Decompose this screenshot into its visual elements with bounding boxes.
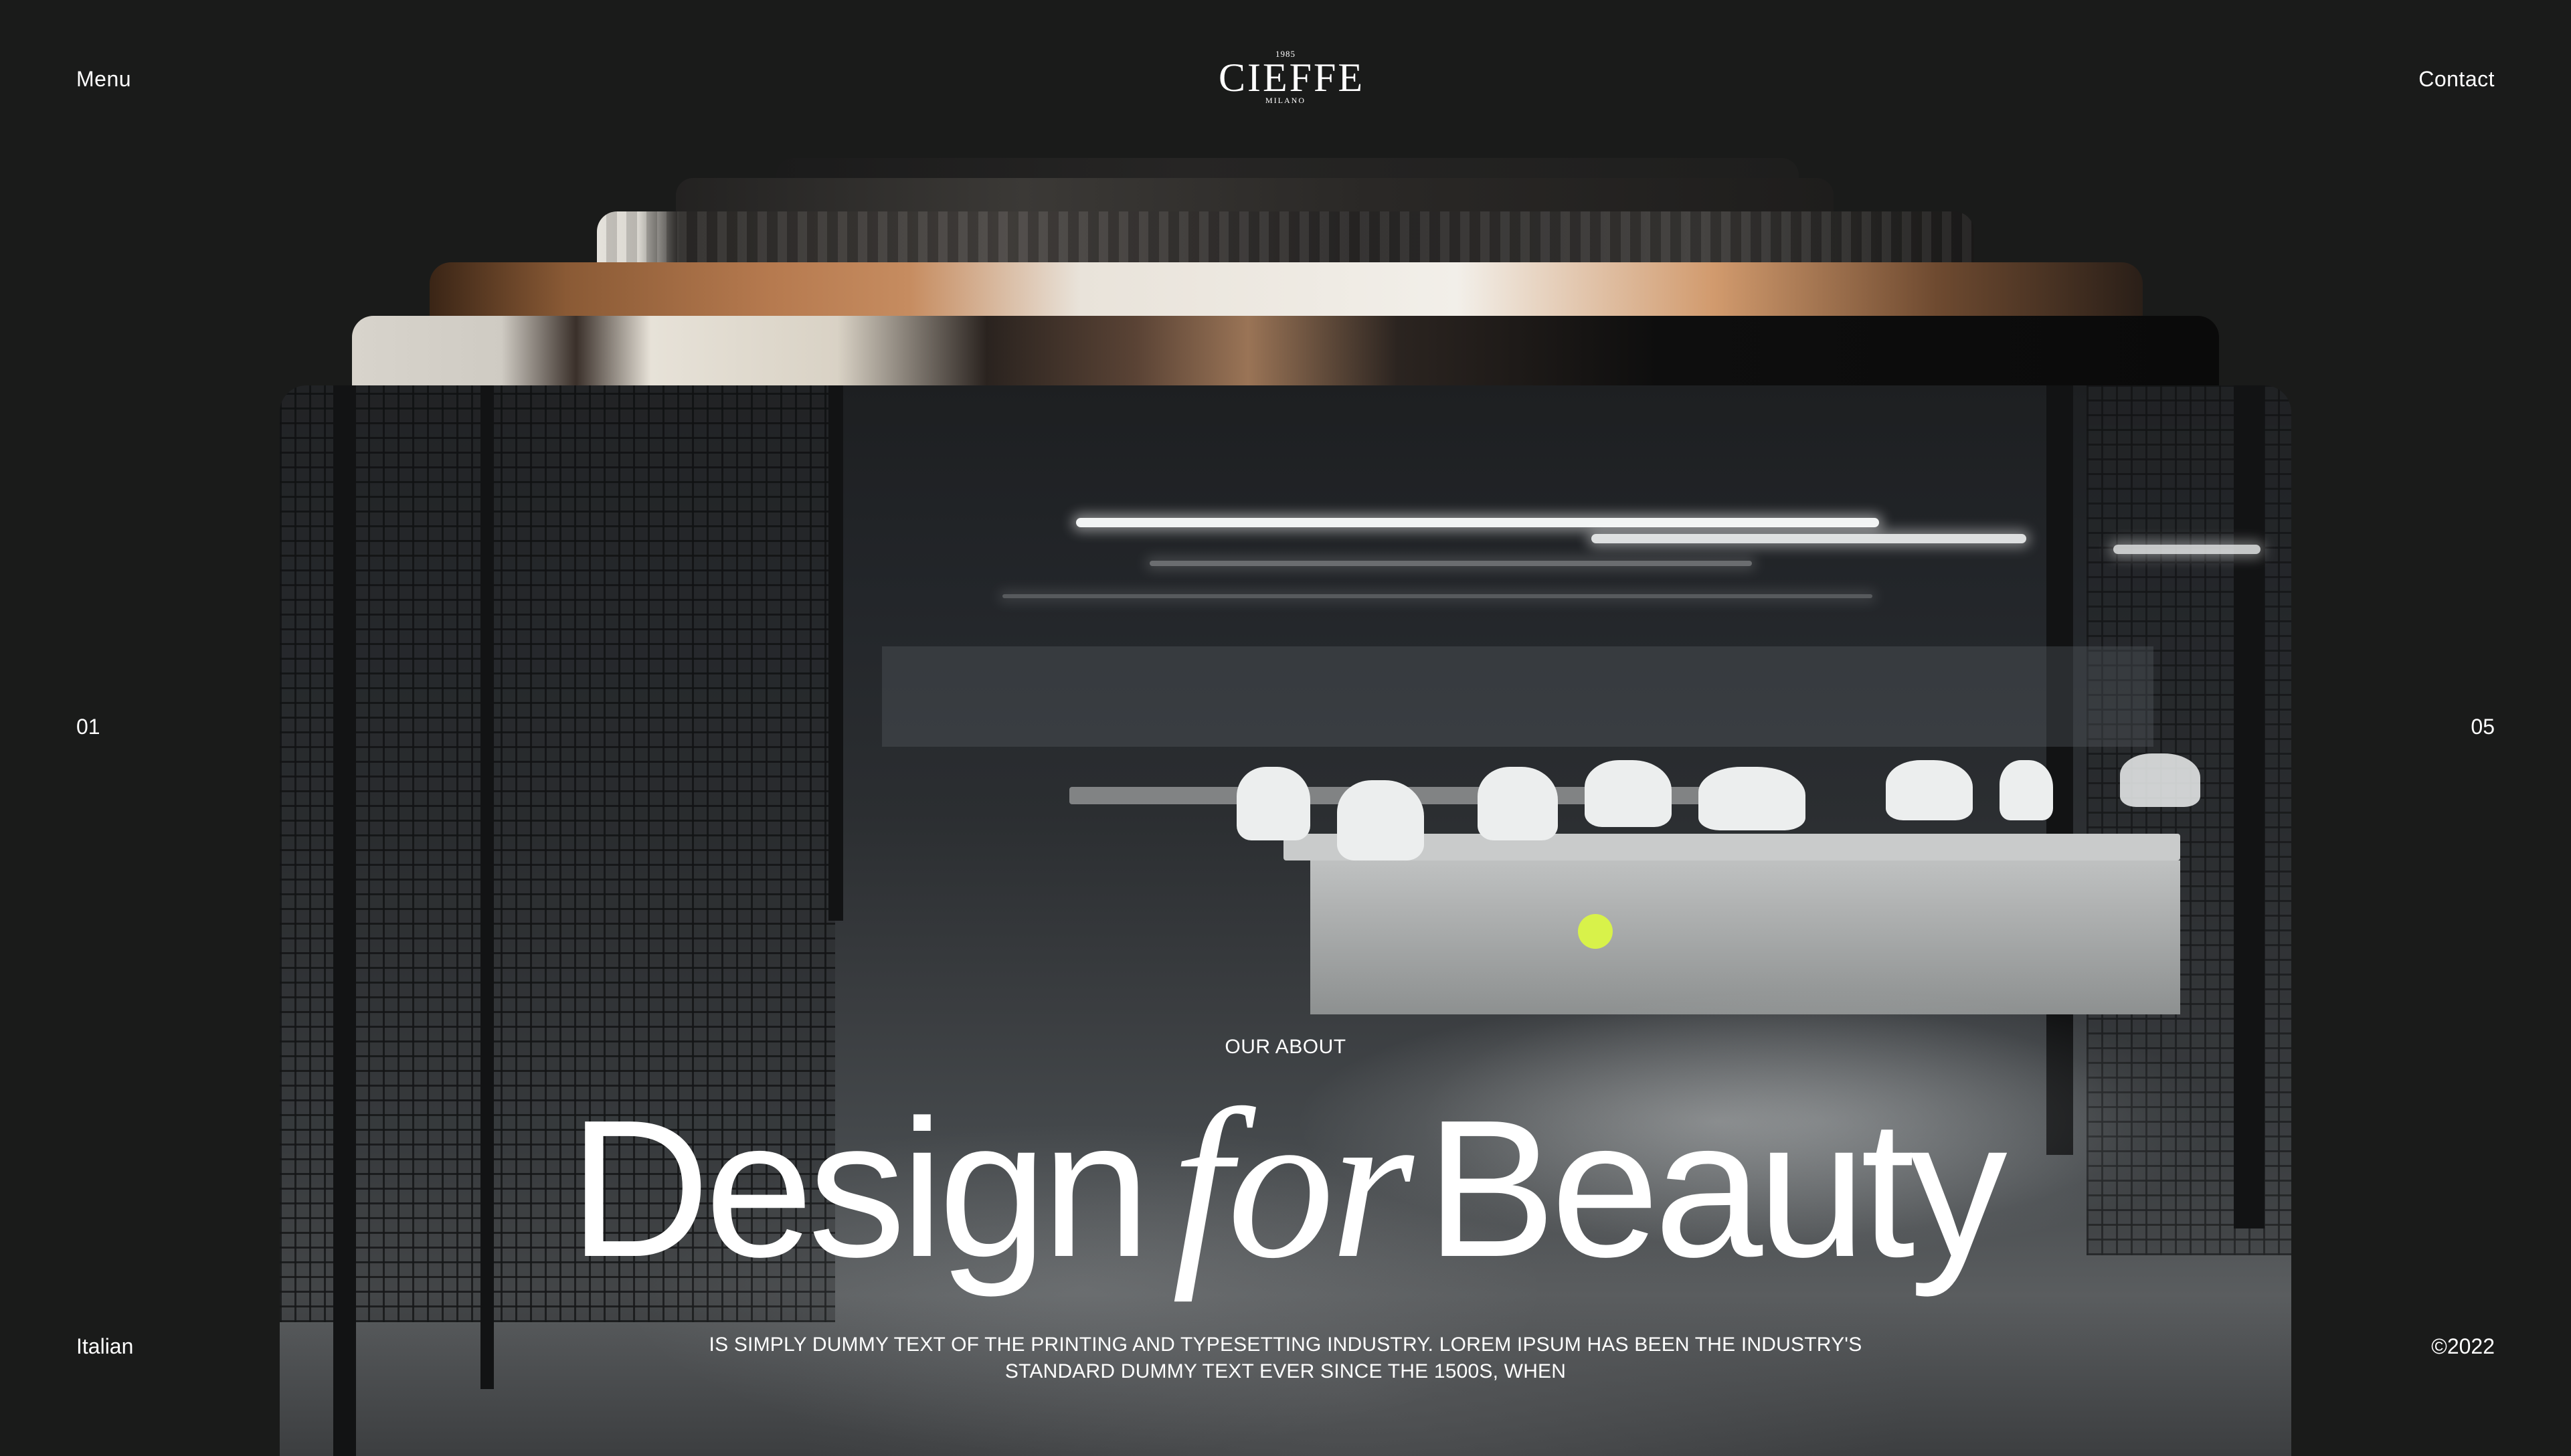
headline-word-for: for bbox=[1172, 1066, 1413, 1303]
slide-counter-total: 05 bbox=[2471, 715, 2495, 739]
logo-name: CIEFFE bbox=[1219, 56, 1365, 100]
slide-card-1[interactable] bbox=[352, 316, 2219, 389]
slide-counter-current: 01 bbox=[76, 715, 100, 739]
cursor-dot bbox=[1578, 914, 1613, 949]
section-eyebrow: OUR ABOUT bbox=[1225, 1036, 1346, 1058]
copyright-text: ©2022 bbox=[2431, 1334, 2495, 1358]
language-switch[interactable]: Italian bbox=[76, 1334, 133, 1359]
headline-word-design: Design bbox=[569, 1079, 1150, 1297]
menu-link[interactable]: Menu bbox=[76, 67, 131, 92]
brand-logo[interactable]: 1985 CIEFFE MILANO bbox=[1219, 50, 1365, 105]
headline-word-beauty: Beauty bbox=[1425, 1079, 2008, 1297]
hero-description: IS SIMPLY DUMMY TEXT OF THE PRINTING AND… bbox=[709, 1334, 1862, 1382]
hero-headline: Design forBeauty bbox=[280, 1071, 2291, 1367]
contact-link[interactable]: Contact bbox=[2418, 67, 2495, 92]
